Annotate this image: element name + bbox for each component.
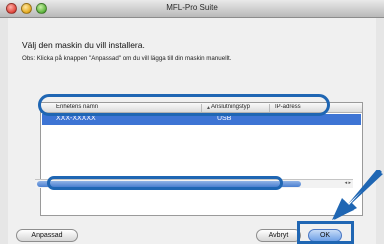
pointer-arrow-icon — [332, 170, 383, 220]
row-device-name: XXX-XXXXX — [56, 115, 96, 122]
device-list[interactable]: Enhetens namn ▲ Anslutningstyp IP-adress… — [40, 102, 363, 216]
installer-window: MFL-Pro Suite Välj den maskin du vill in… — [0, 0, 384, 244]
dialog-note: Obs: Klicka på knappen "Anpassad" om du … — [22, 55, 232, 62]
anpassad-button[interactable]: Anpassad — [16, 229, 78, 242]
title-bar: MFL-Pro Suite — [0, 0, 384, 18]
row-connection-type: USB — [217, 115, 232, 122]
dialog-heading: Välj den maskin du vill installera. — [22, 40, 145, 50]
scrollbar-highlight-annotation — [47, 176, 283, 190]
cancel-button[interactable]: Avbryt — [256, 229, 301, 242]
window-title: MFL-Pro Suite — [166, 3, 218, 12]
ok-highlight-annotation — [297, 221, 354, 244]
row-highlight-annotation — [38, 94, 330, 116]
dialog-content: Välj den maskin du vill installera. Obs:… — [8, 18, 376, 244]
